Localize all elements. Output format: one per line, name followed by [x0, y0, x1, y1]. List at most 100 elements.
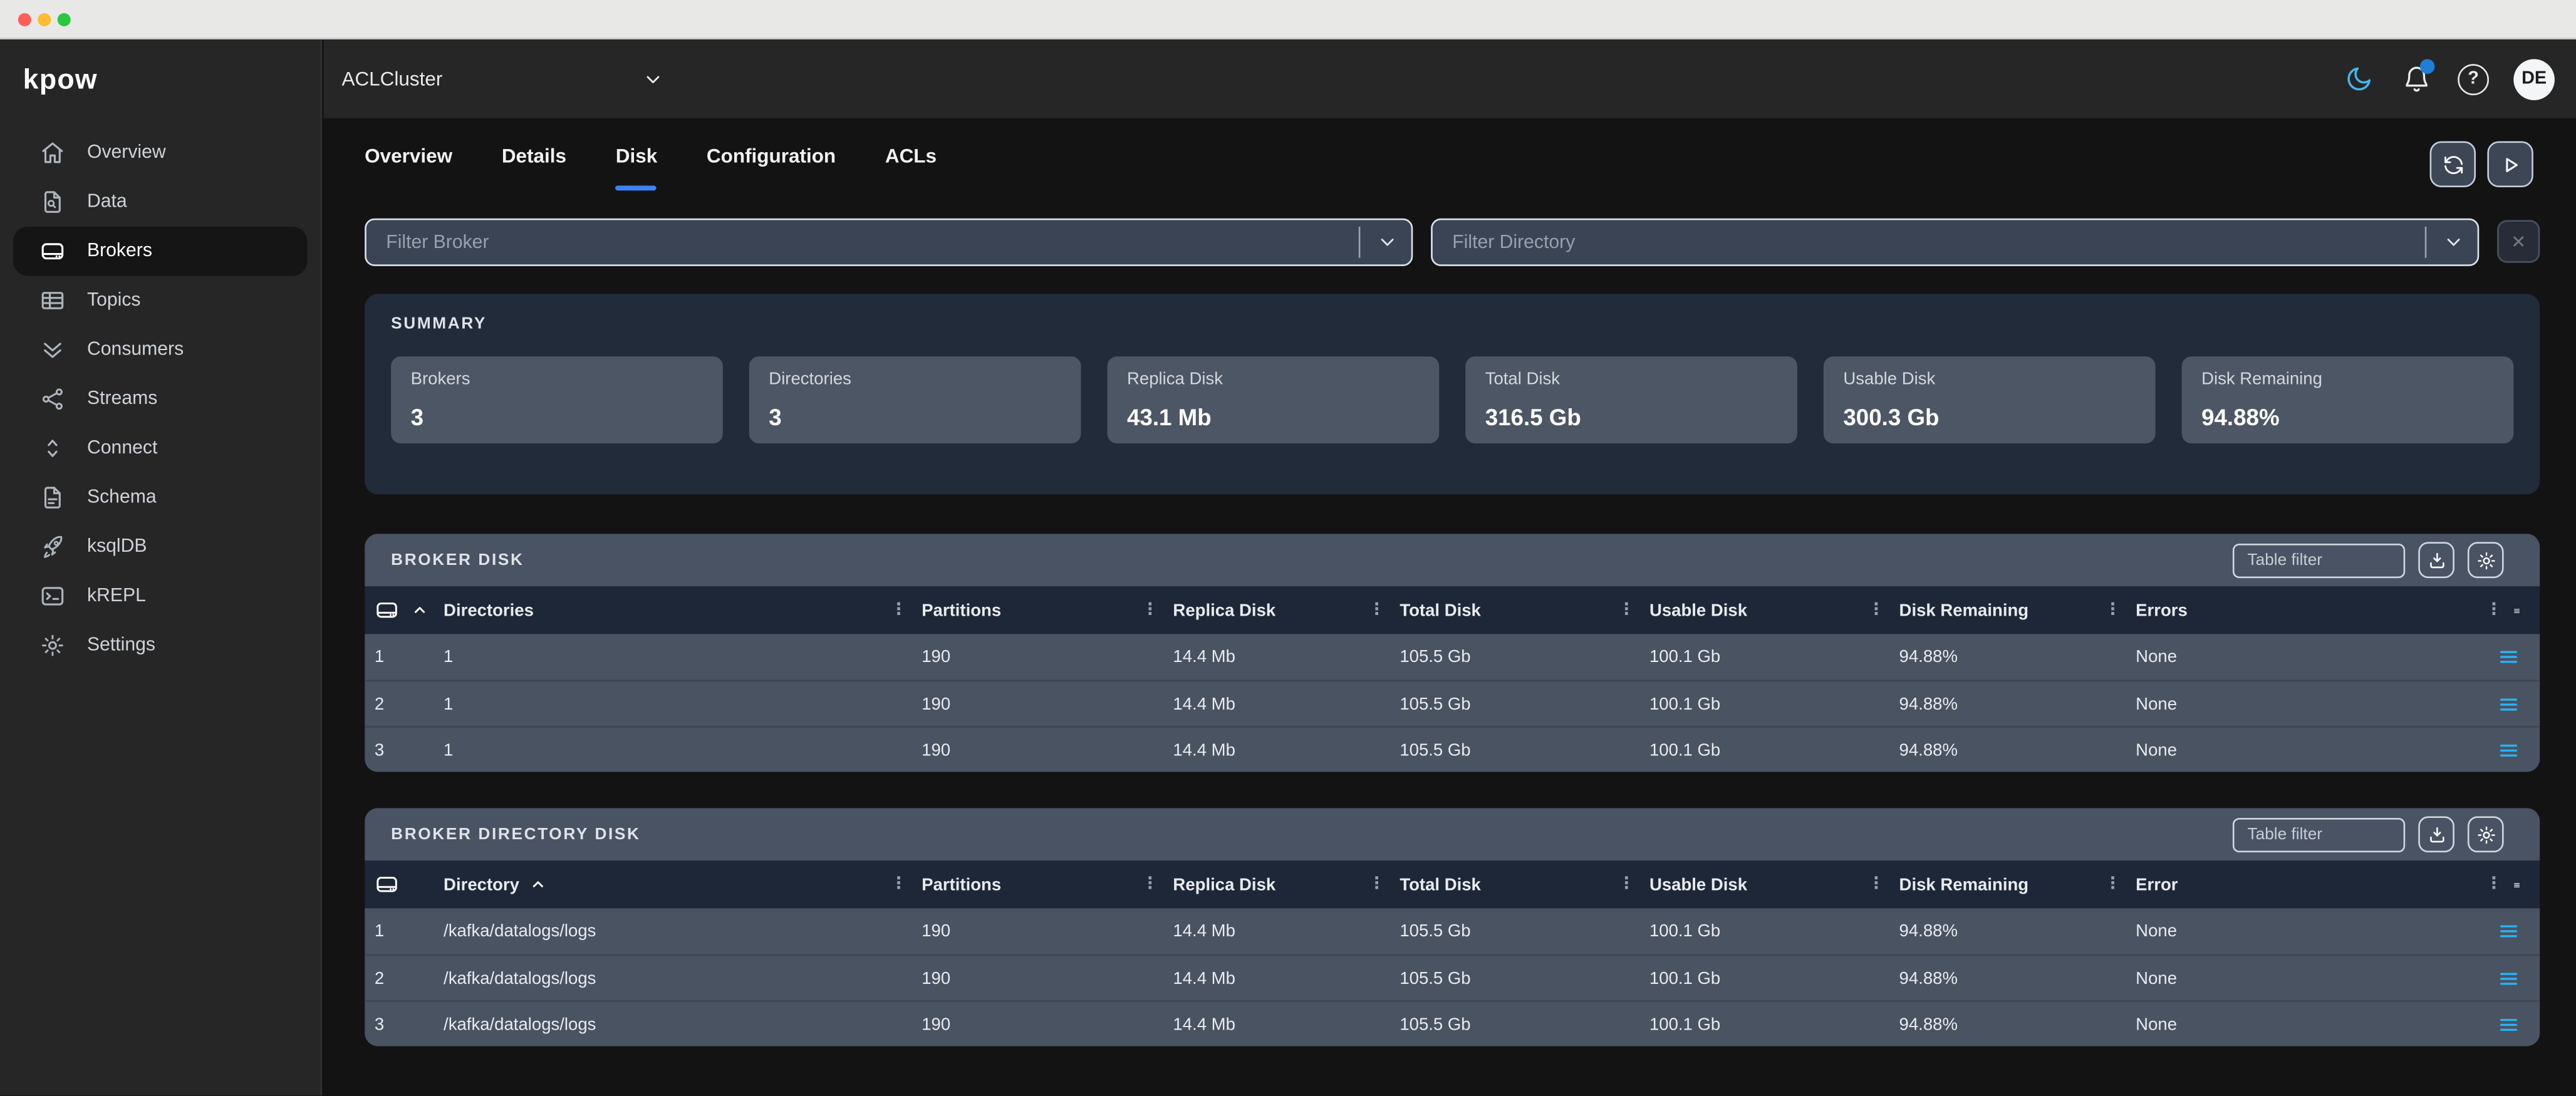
sidebar-item-overview[interactable]: Overview	[13, 128, 307, 178]
row-menu	[2481, 1014, 2540, 1033]
cluster-selector[interactable]: ACLCluster	[341, 68, 663, 91]
table-row[interactable]: 1 /kafka/datalogs/logs 190 14.4 Mb 105.5…	[365, 908, 2540, 954]
partitions-cell: 190	[886, 921, 1137, 941]
column-header-total-disk[interactable]: ⋮Total Disk	[1364, 601, 1614, 620]
column-menu-icon[interactable]: ⋮	[1137, 601, 1173, 619]
chevron-down-icon[interactable]	[2443, 232, 2464, 253]
column-header-usable-disk[interactable]: ⋮Usable Disk	[1613, 874, 1863, 894]
column-header-partitions[interactable]: ⋮Partitions	[886, 874, 1137, 894]
sidebar-item-data[interactable]: Data	[13, 177, 307, 227]
row-menu	[2481, 694, 2540, 713]
partitions-cell: 190	[886, 968, 1137, 988]
tab-configuration[interactable]: Configuration	[707, 145, 836, 174]
sidebar-item-label: ksqlDB	[87, 537, 147, 557]
column-header-replica-disk[interactable]: ⋮Replica Disk	[1137, 874, 1364, 894]
sidebar-item-topics[interactable]: Topics	[13, 276, 307, 326]
column-menu-icon[interactable]: ⋮	[1863, 601, 1899, 619]
table-row[interactable]: 2 1 190 14.4 Mb 105.5 Gb 100.1 Gb 94.88%…	[365, 680, 2540, 726]
sidebar-item-label: kREPL	[87, 586, 146, 606]
sidebar-item-ksqldb[interactable]: ksqlDB	[13, 522, 307, 572]
close-window-button[interactable]	[18, 13, 31, 26]
replica-disk-cell: 14.4 Mb	[1137, 647, 1364, 666]
broker-column-header[interactable]	[365, 872, 435, 897]
help-button[interactable]: ?	[2458, 63, 2489, 95]
column-menu-icon[interactable]: ⋮	[1613, 601, 1649, 619]
directory-filter-input[interactable]	[1431, 219, 2479, 266]
column-menu-icon[interactable]: ⋮	[2481, 601, 2502, 619]
broker-id-cell: 3	[365, 1014, 435, 1033]
disk-remaining-cell: 94.88%	[1863, 968, 2100, 988]
table-row[interactable]: 3 /kafka/datalogs/logs 190 14.4 Mb 105.5…	[365, 1000, 2540, 1046]
broker-disk-header-row: Directories ⋮Partitions ⋮Replica Disk ⋮T…	[365, 586, 2540, 634]
row-menu-icon[interactable]	[2497, 694, 2520, 713]
table-row[interactable]: 2 /kafka/datalogs/logs 190 14.4 Mb 105.5…	[365, 954, 2540, 1000]
column-header-disk-remaining[interactable]: ⋮Disk Remaining	[1863, 874, 2100, 894]
directories-cell: 1	[435, 694, 886, 713]
column-menu-icon[interactable]: ⋮	[1364, 876, 1400, 894]
tab-details[interactable]: Details	[502, 145, 566, 174]
sidebar-item-krepl[interactable]: kREPL	[13, 572, 307, 621]
column-header-label: Partitions	[922, 874, 1001, 894]
columns-menu-icon[interactable]	[2513, 874, 2520, 894]
row-menu-icon[interactable]	[2497, 740, 2520, 759]
table-settings-button[interactable]	[2468, 816, 2504, 852]
table-row[interactable]: 1 1 190 14.4 Mb 105.5 Gb 100.1 Gb 94.88%…	[365, 634, 2540, 680]
column-header-usable-disk[interactable]: ⋮Usable Disk	[1613, 601, 1863, 620]
column-header-partitions[interactable]: ⋮Partitions	[886, 601, 1137, 620]
row-menu-icon[interactable]	[2497, 1014, 2520, 1033]
column-header-total-disk[interactable]: ⋮Total Disk	[1364, 874, 1614, 894]
row-menu-icon[interactable]	[2497, 647, 2520, 666]
broker-column-header[interactable]	[365, 598, 435, 623]
card-label: Directories	[769, 370, 1061, 389]
download-button[interactable]	[2418, 816, 2454, 852]
rocket-icon	[39, 534, 66, 560]
chevron-down-icon[interactable]	[1377, 232, 1398, 253]
sidebar-item-consumers[interactable]: Consumers	[13, 325, 307, 375]
clear-filters-button[interactable]: ✕	[2497, 220, 2540, 262]
column-header-replica-disk[interactable]: ⋮Replica Disk	[1137, 601, 1364, 620]
table-filter-input[interactable]	[2233, 543, 2405, 577]
sidebar-item-streams[interactable]: Streams	[13, 375, 307, 424]
column-menu-icon[interactable]: ⋮	[2099, 876, 2136, 894]
table-filter-input[interactable]	[2233, 817, 2405, 852]
table-row[interactable]: 3 1 190 14.4 Mb 105.5 Gb 100.1 Gb 94.88%…	[365, 726, 2540, 772]
hard-drive-icon	[39, 238, 66, 264]
tab-overview[interactable]: Overview	[365, 145, 452, 174]
gear-icon	[2475, 824, 2496, 845]
column-menu-icon[interactable]: ⋮	[886, 601, 922, 619]
table-settings-button[interactable]	[2468, 542, 2504, 578]
gear-icon	[39, 633, 66, 659]
minimize-window-button[interactable]	[38, 13, 51, 26]
column-menu-icon[interactable]: ⋮	[2481, 876, 2502, 894]
live-mode-button[interactable]	[2487, 142, 2533, 187]
column-header-directory[interactable]: Directory	[435, 874, 886, 894]
broker-filter-input[interactable]	[365, 219, 1413, 266]
notifications-button[interactable]	[2400, 63, 2433, 95]
download-button[interactable]	[2418, 542, 2454, 578]
sidebar-item-brokers[interactable]: Brokers	[13, 227, 307, 276]
tab-acls[interactable]: ACLs	[885, 145, 937, 174]
sidebar-item-connect[interactable]: Connect	[13, 424, 307, 473]
column-header-error[interactable]: ⋮Error	[2099, 874, 2480, 894]
column-header-directories[interactable]: Directories	[435, 601, 886, 620]
column-menu-icon[interactable]: ⋮	[1863, 876, 1899, 894]
columns-menu-icon[interactable]	[2513, 601, 2520, 620]
user-avatar[interactable]: DE	[2513, 58, 2555, 100]
column-menu-icon[interactable]: ⋮	[1364, 601, 1400, 619]
column-menu-icon[interactable]: ⋮	[2099, 601, 2136, 619]
card-value: 3	[769, 404, 1061, 430]
sidebar-item-schema[interactable]: Schema	[13, 473, 307, 522]
column-menu-icon[interactable]: ⋮	[1137, 876, 1173, 894]
column-header-disk-remaining[interactable]: ⋮Disk Remaining	[1863, 601, 2100, 620]
row-menu-icon[interactable]	[2497, 921, 2520, 941]
row-menu-icon[interactable]	[2497, 968, 2520, 988]
cluster-selector-label: ACLCluster	[341, 68, 442, 91]
sidebar-item-settings[interactable]: Settings	[13, 621, 307, 670]
refresh-button[interactable]	[2430, 142, 2476, 187]
column-header-errors[interactable]: ⋮Errors	[2099, 601, 2480, 620]
column-menu-icon[interactable]: ⋮	[886, 876, 922, 894]
tab-disk[interactable]: Disk	[616, 145, 658, 174]
zoom-window-button[interactable]	[58, 13, 71, 26]
dark-mode-toggle[interactable]	[2343, 63, 2376, 95]
column-menu-icon[interactable]: ⋮	[1613, 876, 1649, 894]
